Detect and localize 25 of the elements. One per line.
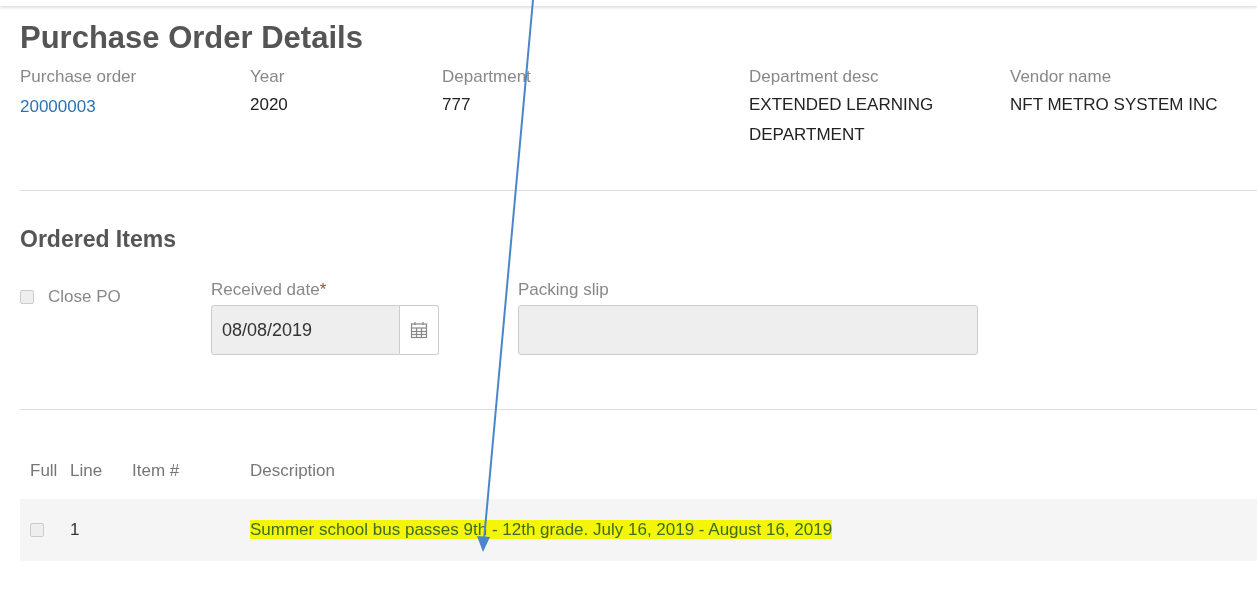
- column-header: Description: [250, 460, 337, 483]
- field-label: Packing slip: [518, 279, 610, 301]
- calendar-button[interactable]: [400, 305, 439, 355]
- page-title: Purchase Order Details: [20, 19, 364, 57]
- field-value: EXTENDED LEARNING DEPARTMENT: [749, 94, 935, 146]
- table-cell-text: 1: [70, 519, 81, 542]
- packing-slip-field[interactable]: [518, 305, 978, 355]
- checkbox[interactable]: [30, 523, 44, 537]
- field-value: NFT METRO SYSTEM INC: [1010, 94, 1219, 116]
- field-label: Purchase order: [20, 66, 138, 88]
- date-field[interactable]: 08/08/2019: [211, 305, 400, 355]
- field-label: Vendor name: [1010, 66, 1113, 88]
- column-header: Full: [30, 460, 59, 483]
- column-header: Item #: [132, 460, 181, 483]
- field-value: 2020: [250, 94, 289, 116]
- purchase-order-link[interactable]: 20000003: [20, 92, 96, 122]
- checkbox-label: Close PO: [48, 286, 121, 308]
- calendar-icon: [410, 321, 428, 339]
- field-label: Year: [250, 66, 286, 88]
- field-label: Received date*: [211, 279, 328, 301]
- column-header: Line: [70, 460, 104, 483]
- field-value: 777: [442, 94, 472, 116]
- checkbox[interactable]: [20, 289, 34, 304]
- section-title: Ordered Items: [20, 225, 177, 254]
- field-label: Department desc: [749, 66, 880, 88]
